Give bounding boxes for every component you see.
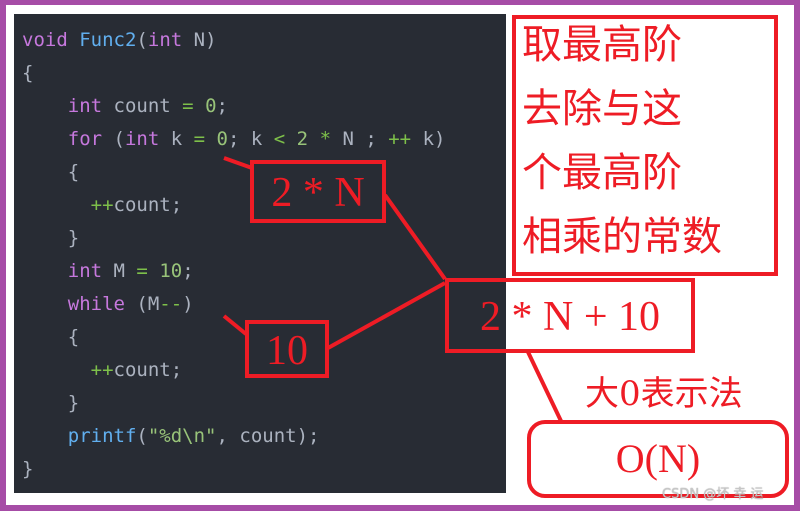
notation-caption: 大0表示法 — [585, 374, 743, 414]
watermark: CSDN @坏 幸 运 — [662, 487, 764, 502]
connector-10-to-total — [327, 281, 446, 350]
connector-2n-to-total — [383, 193, 447, 281]
connector-for-to-2n — [223, 156, 253, 170]
for-loop-count-box: 2 * N — [250, 160, 386, 223]
rule-note-line: 个最高阶 — [522, 150, 682, 196]
while-loop-count-box: 10 — [245, 320, 329, 378]
result-label: O(N) — [615, 436, 701, 481]
rule-note-text: 取最高阶去除与这个最高阶相乘的常数 — [522, 13, 722, 269]
connector-total-to-result — [526, 351, 563, 422]
connector-while-to-10 — [222, 314, 248, 336]
rule-note-box: 取最高阶去除与这个最高阶相乘的常数 — [512, 15, 778, 276]
rule-note-line: 相乘的常数 — [522, 214, 722, 260]
while-loop-count-label: 10 — [266, 328, 308, 374]
rule-note-line: 去除与这 — [522, 86, 682, 132]
total-count-label: 2 * N + 10 — [479, 294, 661, 340]
total-count-box: 2 * N + 10 — [445, 278, 695, 353]
for-loop-count-label: 2 * N — [271, 170, 365, 216]
rule-note-line: 取最高阶 — [522, 22, 682, 68]
